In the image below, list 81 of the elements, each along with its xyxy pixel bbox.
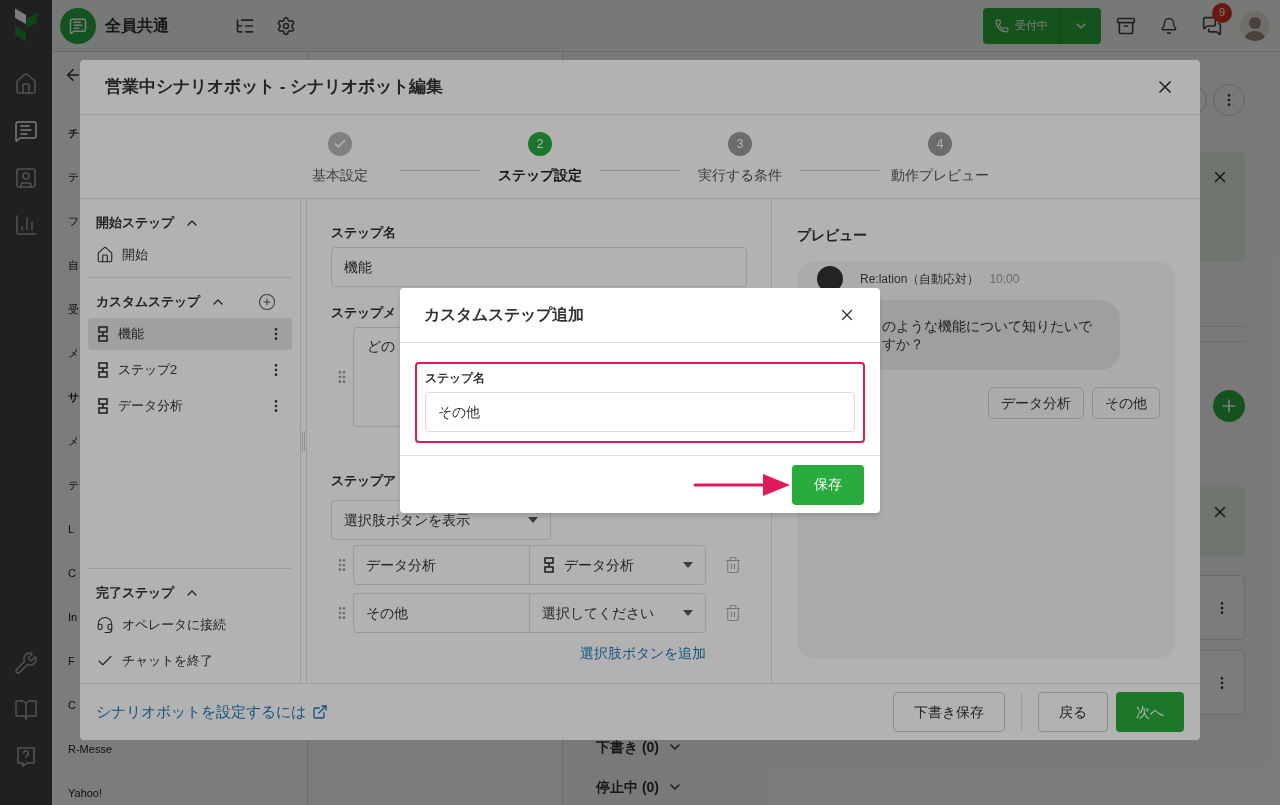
list-item[interactable]: フ bbox=[68, 212, 79, 230]
field-label: ステップ名 bbox=[331, 224, 396, 242]
list-item[interactable]: L bbox=[68, 520, 75, 538]
field-label: ステップ名 bbox=[425, 370, 486, 386]
step-label[interactable]: ステップ設定 bbox=[498, 165, 582, 186]
caret-icon bbox=[528, 517, 538, 523]
list-item[interactable]: C bbox=[68, 564, 76, 582]
list-item[interactable]: R-Messe bbox=[68, 740, 112, 758]
message-text: すか？ bbox=[882, 335, 925, 353]
home-icon[interactable] bbox=[14, 72, 38, 96]
save-button[interactable]: 保存 bbox=[792, 464, 864, 505]
trash-icon[interactable] bbox=[724, 556, 742, 574]
draft-save-button[interactable]: 下書き保存 bbox=[893, 692, 1005, 732]
sidebar-item[interactable]: ステップ2 bbox=[88, 354, 292, 386]
step-name-field[interactable]: その他 bbox=[425, 392, 855, 432]
sidebar-item[interactable]: 開始 bbox=[88, 239, 292, 271]
list-heading: チ bbox=[68, 125, 79, 141]
preview-title: プレビュー bbox=[797, 226, 868, 245]
notification-badge: 9 bbox=[1212, 2, 1232, 23]
step-label[interactable]: 動作プレビュー bbox=[891, 165, 989, 186]
inbox-icon[interactable] bbox=[14, 119, 38, 143]
archive-icon[interactable] bbox=[1116, 15, 1136, 36]
help-icon[interactable] bbox=[14, 745, 38, 769]
message-text: のような機能について知りたいで bbox=[882, 317, 1093, 335]
add-choice-link[interactable]: 選択肢ボタンを追加 bbox=[580, 643, 706, 664]
sidebar-item[interactable]: オペレータに接続 bbox=[88, 609, 292, 641]
list-item[interactable]: C bbox=[68, 696, 76, 714]
tools-icon[interactable] bbox=[14, 651, 38, 675]
sidebar-item[interactable]: データ分析 bbox=[88, 390, 292, 422]
sender-name: Re:lation（自動応対） bbox=[860, 271, 980, 288]
trash-icon[interactable] bbox=[724, 604, 742, 622]
step-label[interactable]: 実行する条件 bbox=[698, 165, 782, 186]
section-heading[interactable]: 下書き (0) bbox=[596, 736, 659, 758]
inbox-badge-icon bbox=[60, 7, 96, 44]
step-number: 2 bbox=[528, 132, 552, 156]
home-icon bbox=[96, 246, 114, 264]
section-heading: カスタムステップ bbox=[96, 293, 200, 312]
list-heading: サ bbox=[68, 389, 79, 405]
step-number: 3 bbox=[728, 132, 752, 156]
phone-icon bbox=[995, 18, 1009, 33]
add-icon[interactable] bbox=[258, 293, 276, 311]
dialog-title: カスタムステップ追加 bbox=[424, 305, 584, 325]
list-item[interactable]: テ bbox=[68, 476, 79, 494]
bell-icon[interactable] bbox=[1160, 16, 1178, 35]
logo bbox=[15, 8, 37, 42]
list-item[interactable]: 自 bbox=[68, 256, 79, 274]
settings-icon[interactable] bbox=[276, 15, 296, 36]
external-link-icon bbox=[312, 704, 328, 720]
contact-card-icon[interactable] bbox=[14, 166, 38, 190]
book-icon[interactable] bbox=[14, 698, 38, 722]
section-heading[interactable]: 停止中 (0) bbox=[596, 776, 659, 798]
list-item[interactable]: 受 bbox=[68, 300, 79, 318]
sidebar-item[interactable]: チャットを終了 bbox=[88, 645, 292, 677]
headset-icon bbox=[96, 616, 114, 634]
back-button[interactable]: 戻る bbox=[1038, 692, 1108, 732]
inbox-name: 全員共通 bbox=[105, 15, 169, 36]
chat-icon[interactable] bbox=[1202, 15, 1222, 36]
list-item[interactable]: F bbox=[68, 652, 75, 670]
step-number: 4 bbox=[928, 132, 952, 156]
section-heading: 開始ステップ bbox=[96, 214, 174, 233]
modal-title: 営業中シナリオボット - シナリオボット編集 bbox=[105, 76, 444, 99]
choice-chip[interactable]: その他 bbox=[1092, 387, 1160, 419]
node-icon bbox=[96, 326, 110, 342]
step-label[interactable]: 基本設定 bbox=[312, 165, 368, 186]
list-item[interactable]: Yahoo! bbox=[68, 784, 103, 802]
message-time: 10:00 bbox=[989, 271, 1020, 288]
node-icon bbox=[96, 362, 110, 378]
node-icon bbox=[96, 398, 110, 414]
help-link[interactable]: シナリオボットを設定するには bbox=[96, 700, 328, 724]
sidebar-item[interactable]: 機能 bbox=[88, 318, 292, 350]
field-label: ステップア bbox=[331, 472, 396, 490]
section-heading: 完了ステップ bbox=[96, 584, 174, 603]
add-button[interactable] bbox=[1213, 390, 1245, 422]
list-item[interactable]: テ bbox=[68, 168, 79, 186]
avatar[interactable] bbox=[1240, 10, 1270, 41]
list-item[interactable]: In bbox=[68, 608, 78, 626]
step-name-field[interactable]: 機能 bbox=[331, 247, 747, 287]
list-item[interactable]: メ bbox=[68, 432, 79, 450]
field-label: ステップメ bbox=[331, 304, 396, 322]
list-item[interactable]: メ bbox=[68, 344, 79, 362]
choice-chip[interactable]: データ分析 bbox=[988, 387, 1084, 419]
